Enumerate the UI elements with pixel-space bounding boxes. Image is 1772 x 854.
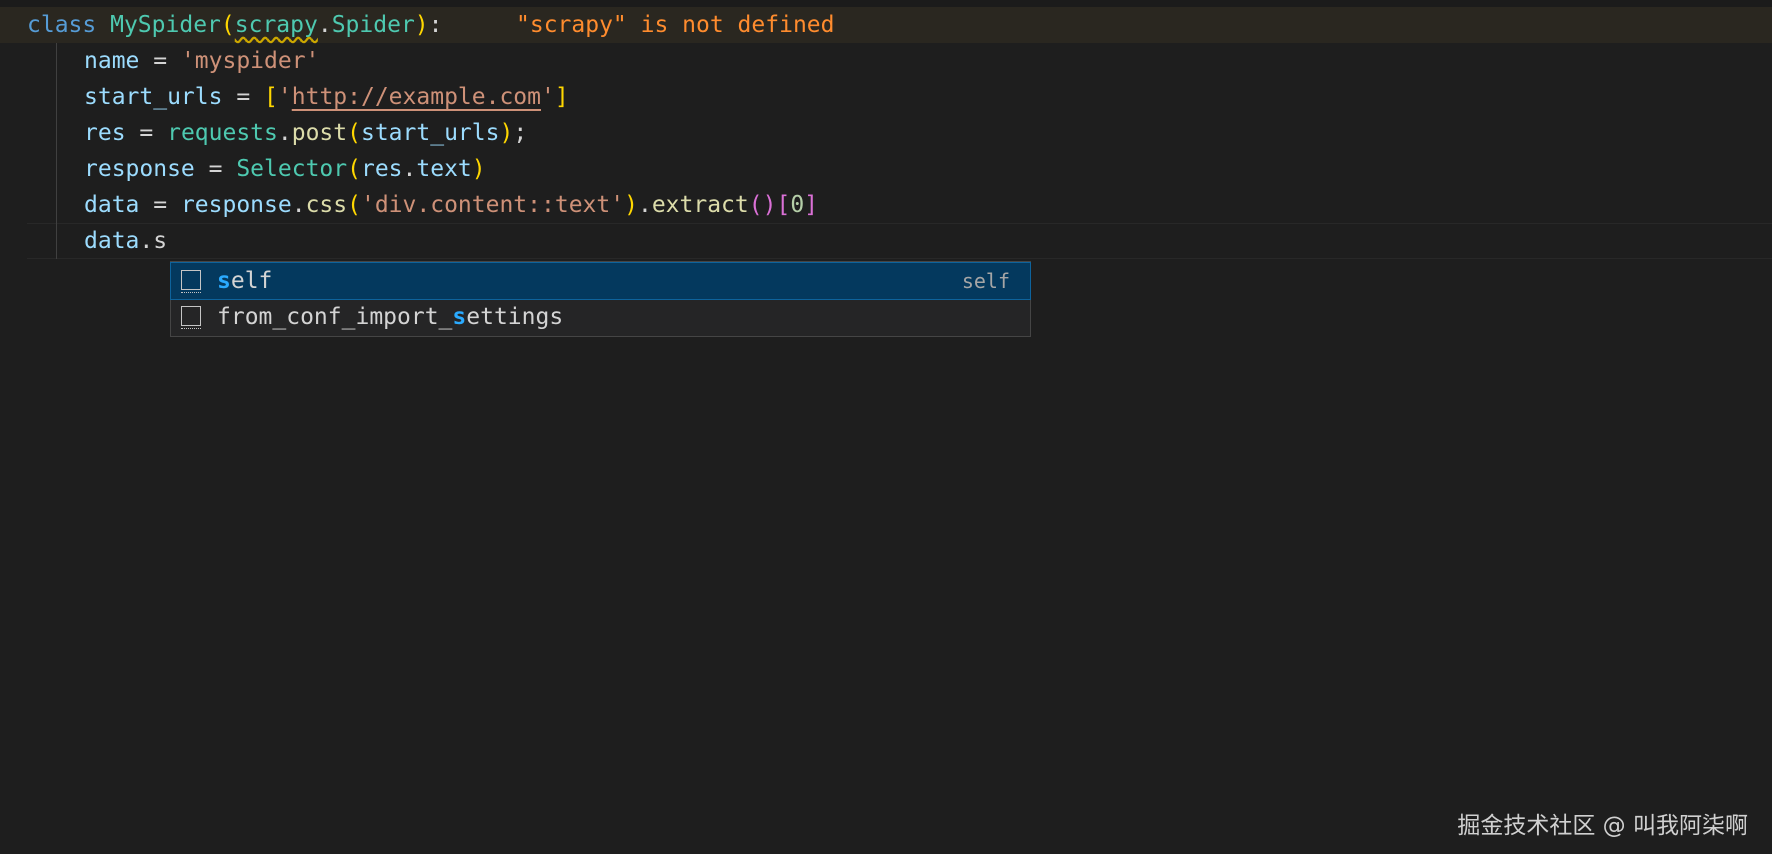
code-line-7[interactable]: data.s bbox=[0, 223, 1772, 259]
method-name: css bbox=[305, 192, 348, 218]
suggestion-item-from-conf-import-settings[interactable]: from_conf_import_settings bbox=[171, 299, 1030, 335]
paren: ( bbox=[220, 12, 235, 38]
suggestion-detail: self bbox=[961, 269, 1010, 293]
variable: response bbox=[84, 156, 195, 182]
object: response bbox=[180, 192, 292, 218]
keyword-class: class bbox=[27, 12, 97, 38]
operator: = bbox=[222, 84, 265, 110]
argument: res bbox=[360, 156, 403, 182]
typed-text: s bbox=[153, 228, 168, 254]
dot: . bbox=[637, 192, 652, 218]
method-name: extract bbox=[651, 192, 749, 218]
string-literal: 'div.content::text' bbox=[360, 192, 625, 218]
dot: . bbox=[402, 156, 417, 182]
paren: ( bbox=[347, 120, 361, 146]
suggestion-label: self bbox=[217, 268, 273, 294]
autocomplete-widget[interactable]: self self from_conf_import_settings bbox=[170, 261, 1031, 337]
bracket: ] bbox=[554, 84, 569, 110]
paren: ( bbox=[347, 192, 361, 218]
bracket: ] bbox=[804, 192, 819, 218]
bracket: [ bbox=[776, 192, 791, 218]
inline-error-message: "scrapy" is not defined bbox=[516, 12, 835, 38]
operator: = bbox=[125, 120, 168, 146]
attribute: text bbox=[416, 156, 472, 182]
url-link[interactable]: http://example.com bbox=[292, 84, 541, 110]
dot: . bbox=[291, 192, 306, 218]
operator: = bbox=[139, 192, 181, 218]
quote: ' bbox=[541, 84, 555, 110]
suggestion-item-self[interactable]: self self bbox=[170, 262, 1031, 300]
code-line-6[interactable]: data = response.css('div.content::text')… bbox=[0, 187, 1772, 223]
paren: ) bbox=[624, 192, 638, 218]
paren: ) bbox=[471, 156, 486, 182]
number-literal: 0 bbox=[790, 192, 805, 218]
code-line-3[interactable]: start_urls = ['http://example.com'] bbox=[0, 79, 1772, 115]
variable: name bbox=[84, 48, 140, 74]
variable: res bbox=[84, 120, 126, 146]
code-editor[interactable]: p p class MySpider(scrapy.Spider): "scra… bbox=[0, 0, 1772, 854]
variable: data bbox=[84, 192, 140, 218]
undefined-name-squiggle[interactable]: scrapy bbox=[235, 12, 318, 38]
colon: : bbox=[428, 12, 443, 38]
function-name: post bbox=[291, 120, 348, 146]
dot: . bbox=[139, 228, 154, 254]
base-class: Spider bbox=[331, 12, 415, 38]
object: data bbox=[84, 228, 140, 254]
class-name: MySpider bbox=[110, 12, 221, 38]
operator: = bbox=[194, 156, 237, 182]
watermark: 掘金技术社区 @ 叫我阿柒啊 bbox=[1457, 813, 1748, 839]
quote: ' bbox=[277, 84, 292, 110]
paren: () bbox=[748, 192, 777, 218]
square-icon bbox=[181, 270, 201, 293]
code-line-2[interactable]: name = 'myspider' bbox=[0, 43, 1772, 79]
argument: start_urls bbox=[360, 120, 500, 146]
indent-guide bbox=[56, 43, 57, 259]
semicolon: ; bbox=[513, 120, 528, 146]
class-name: Selector bbox=[236, 156, 348, 182]
dot: . bbox=[277, 120, 292, 146]
paren: ) bbox=[499, 120, 514, 146]
string-literal: 'myspider' bbox=[180, 48, 320, 74]
code-line-5[interactable]: response = Selector(res.text) bbox=[0, 151, 1772, 187]
operator: = bbox=[139, 48, 181, 74]
paren: ( bbox=[347, 156, 361, 182]
bracket: [ bbox=[264, 84, 278, 110]
code-line-4[interactable]: res = requests.post(start_urls); bbox=[0, 115, 1772, 151]
square-icon bbox=[181, 306, 201, 329]
module-name: requests bbox=[167, 120, 278, 146]
suggestion-label: from_conf_import_settings bbox=[217, 304, 564, 330]
code-line-1[interactable]: class MySpider(scrapy.Spider): "scrapy" … bbox=[0, 7, 1772, 43]
paren: ) bbox=[414, 12, 429, 38]
dot: . bbox=[317, 12, 332, 38]
variable: start_urls bbox=[84, 84, 223, 110]
